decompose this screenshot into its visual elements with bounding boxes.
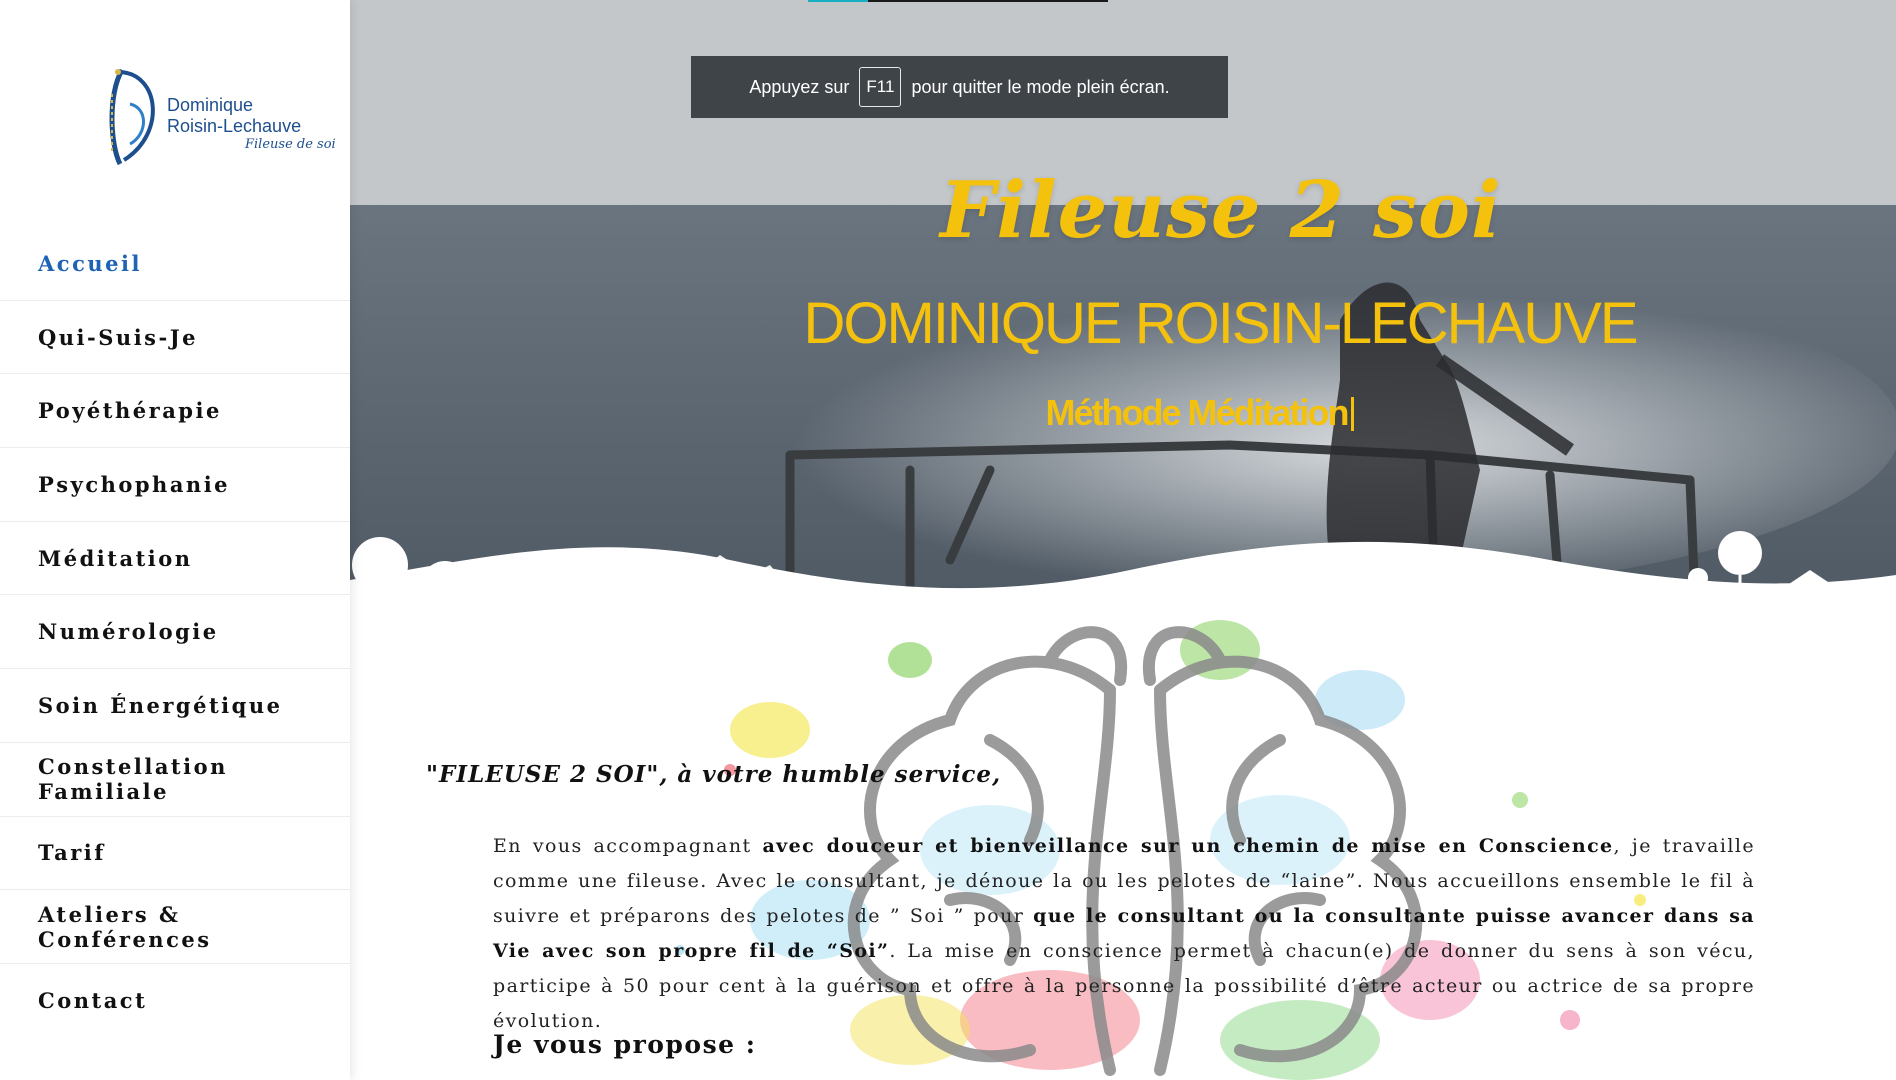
paragraph-text-1: En vous accompagnant	[493, 835, 763, 857]
logo-mark-icon	[109, 68, 155, 166]
logo-text-last-name: Roisin-Lechauve	[167, 116, 302, 136]
hero-typed-subtitle: Méthode Méditation	[930, 392, 1470, 434]
fullscreen-notice: Appuyez sur F11 pour quitter le mode ple…	[691, 56, 1228, 118]
hero-subtitle-text: Méthode Méditation	[1045, 392, 1350, 433]
nav-item-accueil[interactable]: Accueil	[0, 227, 350, 301]
logo-text-first-name: Dominique	[167, 95, 254, 115]
nav-item-soin-energetique[interactable]: Soin Énergétique	[0, 669, 350, 743]
hero-title: Fileuse 2 soi	[940, 165, 1502, 256]
fullscreen-notice-after: pour quitter le mode plein écran.	[911, 76, 1170, 97]
nav-item-tarif[interactable]: Tarif	[0, 817, 350, 891]
nav-item-contact[interactable]: Contact	[0, 964, 350, 1038]
paragraph-bold-1: avec douceur et bienveillance sur un che…	[762, 835, 1614, 857]
nav-item-ateliers-conferences[interactable]: Ateliers & Conférences	[0, 890, 350, 964]
hero-name: DOMINIQUE ROISIN-LECHAUVE	[803, 291, 1639, 356]
hero-banner: Appuyez sur F11 pour quitter le mode ple…	[350, 0, 1896, 620]
nav-item-qui-suis-je[interactable]: Qui-Suis-Je	[0, 301, 350, 375]
fullscreen-notice-before: Appuyez sur	[749, 76, 850, 97]
site-logo[interactable]: Dominique Roisin-Lechauve Fileuse de soi	[100, 64, 336, 174]
intro-heading: "FILEUSE 2 SOI", à votre humble service,	[426, 761, 1002, 788]
fullscreen-notice-key: F11	[859, 67, 902, 107]
nav-item-meditation[interactable]: Méditation	[0, 522, 350, 596]
sidebar: Dominique Roisin-Lechauve Fileuse de soi…	[0, 0, 350, 1080]
main-content: "FILEUSE 2 SOI", à votre humble service,…	[350, 600, 1896, 1080]
nav-item-constellation-familiale[interactable]: Constellation Familiale	[0, 743, 350, 817]
intro-paragraph: En vous accompagnant avec douceur et bie…	[493, 829, 1755, 1039]
main-navigation: Accueil Qui-Suis-Je Poyéthérapie Psychop…	[0, 227, 350, 1038]
nav-item-numerologie[interactable]: Numérologie	[0, 595, 350, 670]
propose-heading: Je vous propose :	[493, 1030, 757, 1059]
typing-caret	[1351, 397, 1355, 431]
loading-progress-bar	[808, 0, 1108, 2]
logo-tagline: Fileuse de soi	[245, 137, 336, 152]
nav-item-psychophanie[interactable]: Psychophanie	[0, 448, 350, 522]
nav-item-poyetherapie[interactable]: Poyéthérapie	[0, 374, 350, 449]
